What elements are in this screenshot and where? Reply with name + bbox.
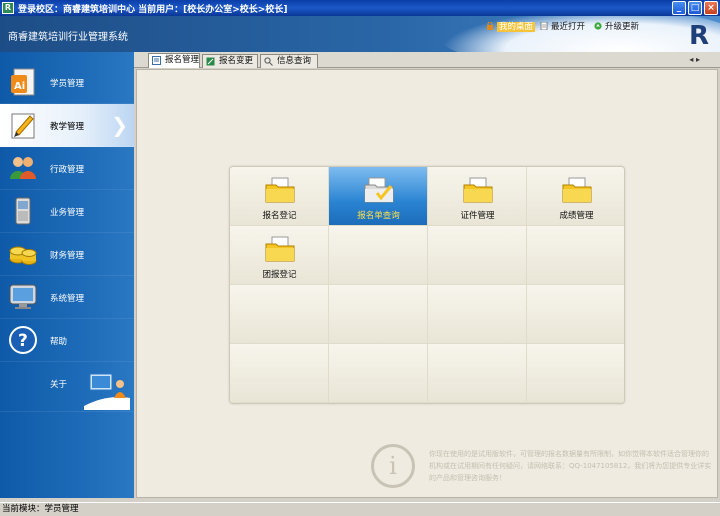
grid-item-scores[interactable]: 成绩管理 xyxy=(527,167,624,226)
sidebar-item-about[interactable]: 关于 xyxy=(0,362,134,412)
trial-notice: 你现在使用的是试用版软件，可管理的报名数据量有所限制，如你觉得本软件适合管理你的… xyxy=(429,450,712,482)
upgrade-label: 升级更新 xyxy=(605,22,640,32)
sidebar-item-label: 财务管理 xyxy=(50,251,85,261)
svg-text:Ai: Ai xyxy=(14,81,25,92)
tab-registration-change[interactable]: 报名变更 xyxy=(202,54,258,68)
sidebar-item-help[interactable]: ? 帮助 xyxy=(0,319,134,362)
window-title: 登录校区：商睿建筑培训中心 当前用户：[校长办公室>校长>校长] xyxy=(18,5,288,15)
people-icon xyxy=(8,153,38,183)
tab-strip: 报名管理 报名变更 信息查询 ◂ ▸ xyxy=(134,52,720,68)
folder-check-icon xyxy=(363,177,395,203)
tab-scroll-arrows[interactable]: ◂ ▸ xyxy=(689,55,700,64)
app-icon: R xyxy=(2,2,14,14)
folder-icon xyxy=(462,177,494,203)
tab-label: 信息查询 xyxy=(277,56,312,66)
maximize-button[interactable]: □ xyxy=(688,1,702,15)
sidebar-item-label: 关于 xyxy=(50,380,68,390)
grid-empty-cell xyxy=(428,285,527,344)
my-desktop-button[interactable]: 我的桌面 xyxy=(486,21,536,33)
grid-item-certificate[interactable]: 证件管理 xyxy=(428,167,527,226)
sidebar-item-label: 帮助 xyxy=(50,337,68,347)
grid-item-group-registration[interactable]: 团报登记 xyxy=(230,226,329,285)
sidebar-item-business[interactable]: 业务管理 xyxy=(0,190,134,233)
help-icon: ? xyxy=(8,325,38,355)
sidebar-item-system[interactable]: 系统管理 xyxy=(0,276,134,319)
sidebar-item-label: 行政管理 xyxy=(50,165,85,175)
recent-open-label: 最近打开 xyxy=(551,22,586,32)
sidebar-item-finance[interactable]: 财务管理 xyxy=(0,233,134,276)
chevron-right-icon: ❯ xyxy=(111,113,128,137)
folder-icon xyxy=(264,236,296,262)
close-button[interactable]: × xyxy=(704,1,718,15)
my-desktop-label: 我的桌面 xyxy=(497,22,536,32)
system-name: 商睿建筑培训行业管理系统 xyxy=(8,32,128,43)
grid-empty-cell xyxy=(428,344,527,403)
tab-info-query[interactable]: 信息查询 xyxy=(260,54,318,68)
pencil-notebook-icon xyxy=(8,110,38,140)
grid-empty-cell xyxy=(230,285,329,344)
sidebar: Ai 学员管理 教学管理 ❯ 行政管理 业务管理 财务管理 系统管理 ? 帮助 … xyxy=(0,52,134,498)
student-file-icon: Ai xyxy=(8,67,38,97)
grid-empty-cell xyxy=(527,226,624,285)
grid-item-label: 证件管理 xyxy=(460,211,495,221)
sidebar-item-label: 教学管理 xyxy=(50,122,85,132)
sidebar-item-label: 业务管理 xyxy=(50,208,85,218)
sidebar-item-teaching[interactable]: 教学管理 ❯ xyxy=(0,104,134,147)
function-grid: 报名登记 报名单查询 证件管理 成绩管理 团报登记 xyxy=(229,166,625,404)
tab-label: 报名管理 xyxy=(165,55,200,65)
sidebar-item-student[interactable]: Ai 学员管理 xyxy=(0,61,134,104)
grid-empty-cell xyxy=(428,226,527,285)
list-icon xyxy=(152,56,161,65)
monitor-icon xyxy=(8,282,38,312)
document-icon xyxy=(540,21,548,31)
upgrade-button[interactable]: 升级更新 xyxy=(594,22,639,33)
coins-icon xyxy=(8,239,38,269)
sidebar-item-label: 学员管理 xyxy=(50,79,85,89)
logo: R xyxy=(688,21,710,51)
sidebar-item-label: 系统管理 xyxy=(50,294,85,304)
grid-item-label: 报名登记 xyxy=(262,211,297,221)
grid-item-label: 报名单查询 xyxy=(357,211,400,221)
grid-empty-cell xyxy=(329,344,428,403)
sidebar-item-admin[interactable]: 行政管理 xyxy=(0,147,134,190)
grid-item-label: 成绩管理 xyxy=(559,211,594,221)
grid-item-label: 团报登记 xyxy=(262,270,297,280)
folder-icon xyxy=(561,177,593,203)
grid-item-registration-query[interactable]: 报名单查询 xyxy=(329,167,428,226)
about-computer-icon xyxy=(84,368,130,410)
grid-item-registration[interactable]: 报名登记 xyxy=(230,167,329,226)
minimize-button[interactable]: _ xyxy=(672,1,686,15)
info-icon: i xyxy=(371,444,415,488)
svg-text:?: ? xyxy=(18,331,28,351)
title-bar: R 登录校区：商睿建筑培训中心 当前用户：[校长办公室>校长>校长] _ □ × xyxy=(0,0,720,16)
search-icon xyxy=(264,57,273,66)
edit-icon xyxy=(206,57,215,66)
grid-empty-cell xyxy=(527,285,624,344)
tab-label: 报名变更 xyxy=(219,56,254,66)
grid-empty-cell xyxy=(329,285,428,344)
status-bar: 当前模块：学员管理 xyxy=(0,502,720,516)
folder-icon xyxy=(264,177,296,203)
main-content: 报名登记 报名单查询 证件管理 成绩管理 团报登记 i 你现在使用的是试用版软件… xyxy=(136,69,718,498)
lock-icon xyxy=(486,21,494,30)
grid-empty-cell xyxy=(329,226,428,285)
phone-icon xyxy=(8,196,38,226)
grid-empty-cell xyxy=(230,344,329,403)
tab-registration-management[interactable]: 报名管理 xyxy=(148,53,200,68)
update-icon xyxy=(594,22,602,30)
recent-open-button[interactable]: 最近打开 xyxy=(540,21,586,33)
grid-empty-cell xyxy=(527,344,624,403)
